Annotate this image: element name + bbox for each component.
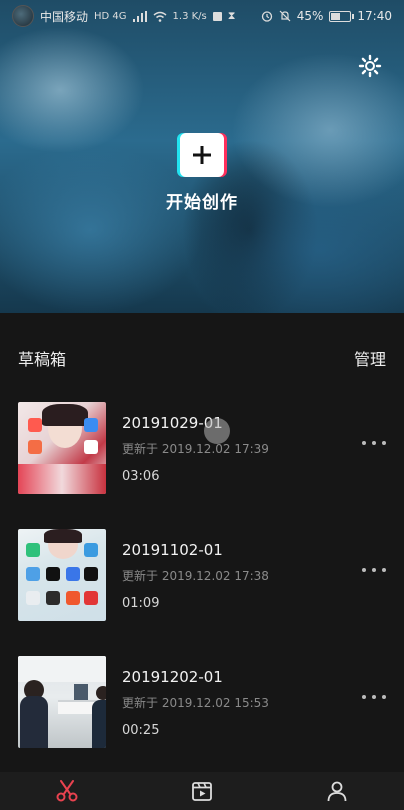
draft-item[interactable]: 20191102-01 更新于 2019.12.02 17:38 01:09 bbox=[0, 529, 404, 621]
draft-title: 20191202-01 bbox=[122, 668, 223, 686]
gear-icon[interactable] bbox=[358, 54, 382, 78]
carrier-label: 中国移动 bbox=[40, 9, 89, 24]
clock: 17:40 bbox=[357, 9, 392, 23]
draft-item[interactable]: 20191029-01 更新于 2019.12.02 17:39 03:06 bbox=[0, 402, 404, 494]
create-label[interactable]: 开始创作 bbox=[0, 188, 404, 213]
draft-thumbnail bbox=[18, 402, 106, 494]
profile-icon bbox=[327, 781, 347, 802]
network-speed: 1.3 K/s bbox=[172, 10, 207, 22]
create-button[interactable] bbox=[180, 133, 224, 177]
template-icon bbox=[192, 782, 212, 801]
drafts-title: 草稿箱 bbox=[18, 350, 67, 369]
draft-duration: 00:25 bbox=[122, 723, 160, 738]
scissors-icon bbox=[56, 780, 78, 802]
draft-duration: 01:09 bbox=[122, 596, 160, 611]
mute-icon bbox=[279, 10, 291, 22]
status-bar: 中国移动 HD 4G 1.3 K/s ⧗ 45% 17:40 bbox=[0, 0, 404, 32]
draft-updated: 更新于 2019.12.02 17:39 bbox=[122, 442, 269, 456]
notification-avatar bbox=[12, 5, 34, 27]
bottom-nav bbox=[0, 772, 404, 810]
signal-icon bbox=[132, 10, 147, 22]
wifi-icon bbox=[153, 11, 167, 22]
nav-tab-templates[interactable] bbox=[135, 772, 270, 810]
draft-updated: 更新于 2019.12.02 15:53 bbox=[122, 696, 269, 710]
draft-item[interactable]: 20191202-01 更新于 2019.12.02 15:53 00:25 bbox=[0, 656, 404, 748]
battery-icon bbox=[329, 10, 355, 22]
draft-duration: 03:06 bbox=[122, 469, 160, 484]
alarm-icon bbox=[261, 11, 272, 22]
battery-percent: 45% bbox=[296, 9, 324, 23]
more-options-icon[interactable] bbox=[362, 438, 386, 448]
nav-tab-profile[interactable] bbox=[269, 772, 404, 810]
draft-thumbnail bbox=[18, 656, 106, 748]
hero-banner: 开始创作 bbox=[0, 0, 404, 313]
hourglass-icon: ⧗ bbox=[227, 9, 236, 22]
plus-icon bbox=[193, 146, 211, 164]
draft-title: 20191102-01 bbox=[122, 541, 223, 559]
network-indicator: HD 4G bbox=[94, 10, 127, 22]
more-options-icon[interactable] bbox=[362, 692, 386, 702]
square-icon bbox=[212, 11, 222, 21]
draft-updated: 更新于 2019.12.02 17:38 bbox=[122, 569, 269, 583]
more-options-icon[interactable] bbox=[362, 565, 386, 575]
nav-tab-edit[interactable] bbox=[0, 772, 135, 810]
drafts-header: 草稿箱 管理 bbox=[18, 346, 386, 370]
touch-indicator bbox=[204, 418, 230, 444]
draft-thumbnail bbox=[18, 529, 106, 621]
manage-button[interactable]: 管理 bbox=[354, 346, 386, 370]
